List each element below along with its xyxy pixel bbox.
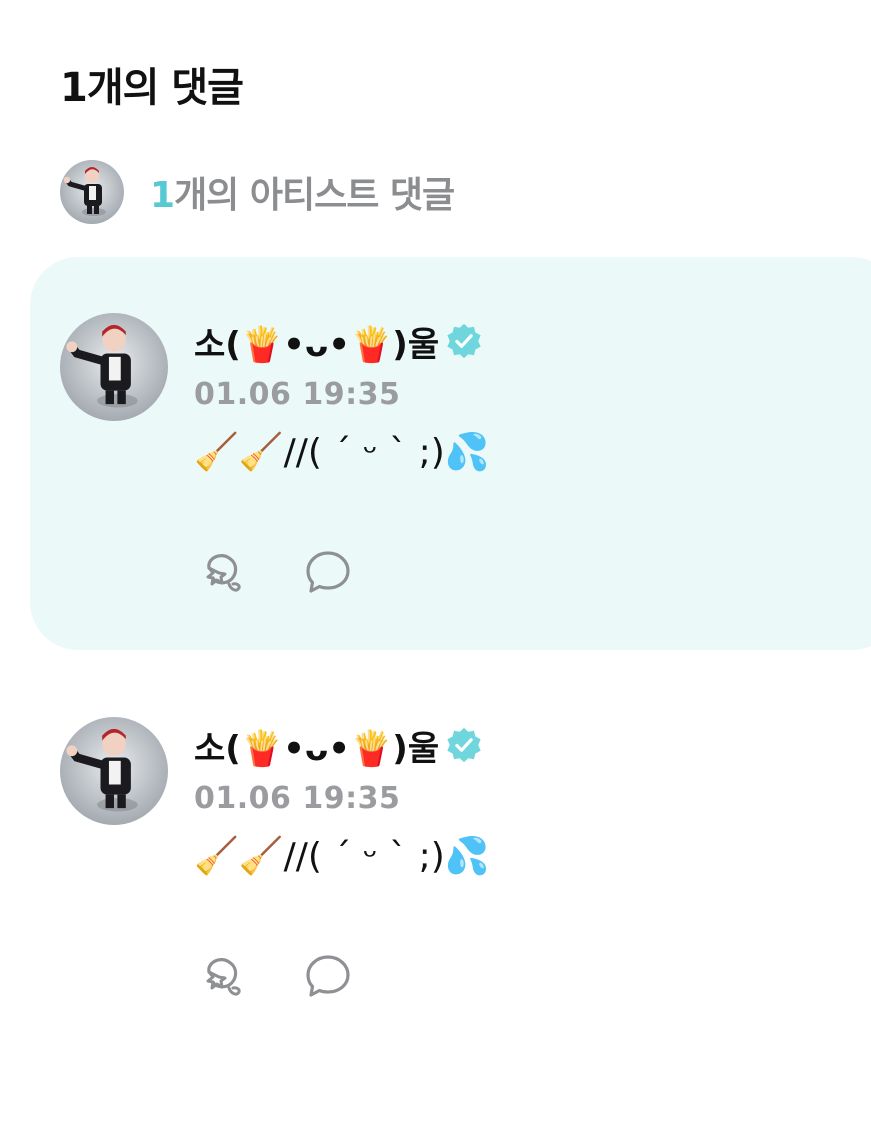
comment-actions: [194, 545, 406, 601]
artist-comments-text: 개의 아티스트 댓글: [174, 175, 455, 216]
author-name[interactable]: 소(🍟•ᴗ•🍟)울: [194, 721, 439, 770]
comment-actions: [194, 949, 406, 1005]
comment-timestamp: 01.06 19:35: [194, 377, 401, 412]
reply-speech-bubble-icon[interactable]: [300, 545, 356, 601]
author-name-row: 소(🍟•ᴗ•🍟)울: [194, 717, 483, 773]
author-name[interactable]: 소(🍟•ᴗ•🍟)울: [194, 317, 439, 366]
author-name-row: 소(🍟•ᴗ•🍟)울: [194, 313, 483, 369]
artist-comments-label: 1개의 아티스트 댓글: [150, 166, 455, 218]
author-avatar[interactable]: [60, 717, 168, 825]
verified-badge-icon: [445, 322, 483, 360]
comment-item: 소(🍟•ᴗ•🍟)울 01.06 19:35 🧹🧹//( ´ ᵕ ` ;)💦: [60, 313, 840, 633]
cheer-like-icon[interactable]: [194, 949, 250, 1005]
artist-comments-link[interactable]: 1개의 아티스트 댓글: [60, 160, 455, 224]
comment-item: 소(🍟•ᴗ•🍟)울 01.06 19:35 🧹🧹//( ´ ᵕ ` ;)💦: [60, 717, 840, 1037]
author-avatar[interactable]: [60, 313, 168, 421]
comment-text: 🧹🧹//( ´ ᵕ ` ;)💦: [194, 432, 490, 473]
page-title: 1개의 댓글: [60, 65, 244, 111]
artist-comments-count: 1: [150, 175, 175, 216]
comment-text: 🧹🧹//( ´ ᵕ ` ;)💦: [194, 836, 490, 877]
verified-badge-icon: [445, 726, 483, 764]
cheer-like-icon[interactable]: [194, 545, 250, 601]
reply-speech-bubble-icon[interactable]: [300, 949, 356, 1005]
comment-timestamp: 01.06 19:35: [194, 781, 401, 816]
artist-avatar: [60, 160, 124, 224]
